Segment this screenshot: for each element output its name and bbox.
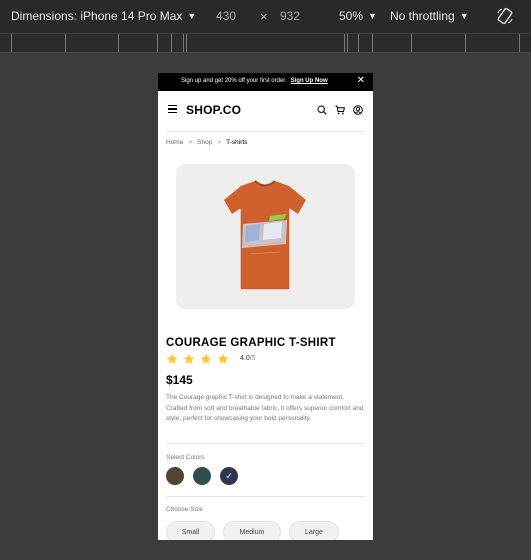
- search-icon[interactable]: [317, 105, 327, 115]
- width-input[interactable]: 430: [216, 9, 236, 23]
- rating-max: /5: [249, 355, 256, 362]
- media-query-ruler: [0, 33, 531, 53]
- rating-score: 4.0: [240, 355, 250, 362]
- product-title: COURAGE GRAPHIC T-SHIRT: [166, 337, 336, 349]
- device-viewport: Sign up and get 20% off your first order…: [158, 73, 373, 540]
- height-input[interactable]: 932: [280, 9, 300, 23]
- product-price: $145: [166, 373, 193, 387]
- rating-stars: [166, 352, 234, 370]
- color-swatch-olive[interactable]: [166, 467, 184, 485]
- dimensions-label: Dimensions: iPhone 14 Pro Max: [11, 9, 183, 23]
- tshirt-image: [224, 180, 306, 290]
- rotate-icon[interactable]: [496, 7, 514, 25]
- cart-icon[interactable]: [335, 105, 345, 115]
- chevron-right-icon: >: [217, 139, 222, 146]
- rating-value: 4.0/5: [240, 355, 256, 362]
- promo-banner: Sign up and get 20% off your first order…: [158, 73, 373, 91]
- color-swatch-teal[interactable]: [193, 467, 211, 485]
- breadcrumb-current: T-shirts: [226, 139, 248, 146]
- zoom-dropdown[interactable]: 50% ▼: [339, 9, 377, 23]
- chevron-down-icon: ▼: [459, 11, 469, 21]
- section-divider: [166, 443, 365, 444]
- select-colors-label: Select Colors: [166, 454, 205, 461]
- star-icon: [200, 353, 212, 364]
- times-sign: ×: [260, 9, 268, 24]
- breadcrumb: Home > Shop > T-shirts: [166, 139, 247, 146]
- size-option-large[interactable]: Large: [289, 521, 339, 540]
- sign-up-link[interactable]: Sign Up Now: [291, 78, 328, 84]
- zoom-label: 50%: [339, 9, 364, 23]
- choose-size-label: Choose Size: [166, 506, 203, 513]
- close-icon[interactable]: ✕: [357, 75, 365, 86]
- account-icon[interactable]: [353, 105, 363, 115]
- throttling-dropdown[interactable]: No throttling ▼: [390, 9, 469, 23]
- star-icon: [166, 353, 178, 364]
- breadcrumb-home[interactable]: Home: [166, 139, 183, 146]
- site-logo[interactable]: SHOP.CO: [186, 103, 241, 117]
- chevron-down-icon: ▼: [187, 11, 197, 21]
- chevron-down-icon: ▼: [368, 11, 377, 21]
- size-option-small[interactable]: Small: [166, 521, 215, 540]
- star-icon: [217, 353, 229, 364]
- chevron-right-icon: >: [188, 139, 193, 146]
- hamburger-menu-icon[interactable]: [168, 105, 177, 114]
- throttling-label: No throttling: [390, 9, 455, 23]
- header-divider: [166, 131, 365, 132]
- section-divider: [166, 496, 365, 497]
- breadcrumb-shop[interactable]: Shop: [197, 139, 212, 146]
- star-icon: [183, 353, 195, 364]
- devtools-toolbar: Dimensions: iPhone 14 Pro Max ▼ 430 × 932…: [0, 0, 531, 33]
- product-image[interactable]: [176, 164, 355, 309]
- color-swatch-navy[interactable]: ✓: [220, 467, 238, 485]
- dimensions-dropdown[interactable]: Dimensions: iPhone 14 Pro Max ▼: [11, 9, 196, 23]
- size-option-medium[interactable]: Medium: [223, 521, 281, 540]
- promo-text: Sign up and get 20% off your first order…: [181, 78, 287, 84]
- product-description: The Courage graphic T-shirt is designed …: [166, 394, 364, 422]
- check-icon: ✓: [225, 471, 233, 481]
- site-header: SHOP.CO: [158, 91, 373, 129]
